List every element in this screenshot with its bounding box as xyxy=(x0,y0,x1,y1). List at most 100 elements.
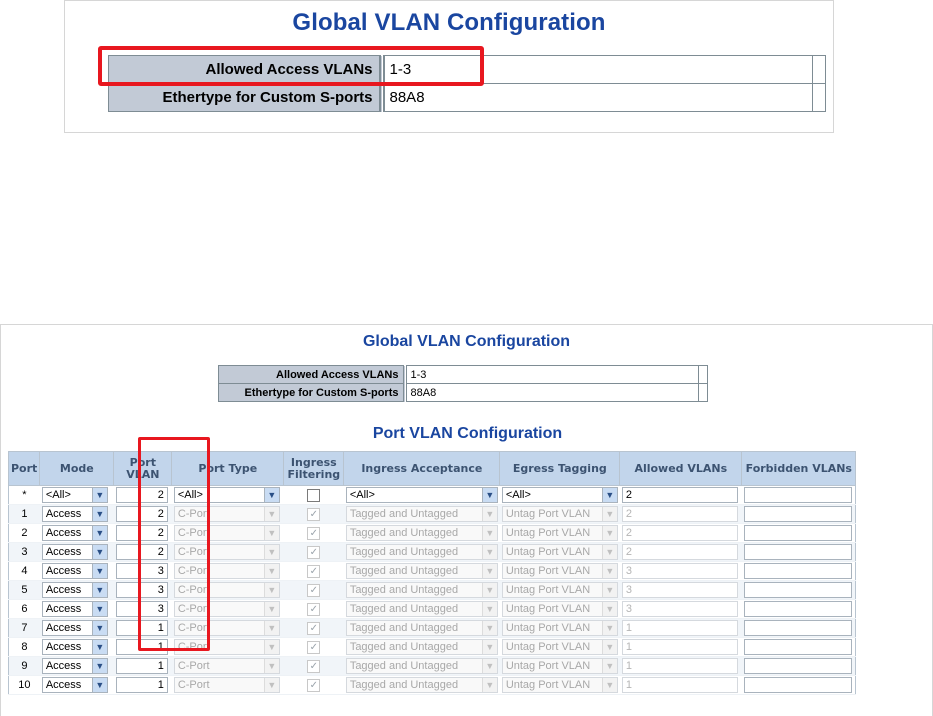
allowed-access-label: Allowed Access VLANs xyxy=(218,365,407,384)
ingress-filtering-checkbox[interactable] xyxy=(307,488,321,502)
chevron-down-icon: ▼ xyxy=(481,583,497,597)
allowed-vlans-input[interactable]: 1 xyxy=(621,639,738,655)
chevron-down-icon: ▼ xyxy=(91,621,107,635)
forbidden-vlans-input[interactable] xyxy=(743,563,852,579)
mode-value: Access xyxy=(45,603,82,615)
allowed-vlans-input[interactable]: 1 xyxy=(621,620,738,636)
ingress-acceptance-select[interactable]: <All> ▼ xyxy=(345,487,498,503)
egress-tagging-select[interactable]: Untag Port VLAN ▼ xyxy=(501,544,618,560)
port-vlan-input[interactable]: 1 xyxy=(115,677,168,693)
forbidden-vlans-input[interactable] xyxy=(743,639,852,655)
mode-select[interactable]: <All> ▼ xyxy=(41,487,108,503)
port-number: 2 xyxy=(8,523,40,543)
ingress-acceptance-select[interactable]: Tagged and Untagged ▼ xyxy=(345,639,498,655)
egress-tagging-value: Untag Port VLAN xyxy=(505,546,591,558)
chevron-down-icon: ▼ xyxy=(481,526,497,540)
ingress-acceptance-select[interactable]: Tagged and Untagged ▼ xyxy=(345,582,498,598)
chevron-down-icon: ▼ xyxy=(481,507,497,521)
ingress-acceptance-select[interactable]: Tagged and Untagged ▼ xyxy=(345,658,498,674)
egress-tagging-select[interactable]: Untag Port VLAN ▼ xyxy=(501,525,618,541)
egress-tagging-select[interactable]: Untag Port VLAN ▼ xyxy=(501,601,618,617)
ingress-acceptance-select[interactable]: Tagged and Untagged ▼ xyxy=(345,544,498,560)
forbidden-vlans-input[interactable] xyxy=(743,506,852,522)
ingress-acceptance-select[interactable]: Tagged and Untagged ▼ xyxy=(345,506,498,522)
forbidden-vlans-input[interactable] xyxy=(743,544,852,560)
allowed-vlans-input[interactable]: 2 xyxy=(621,506,738,522)
port-vlan-input[interactable]: 1 xyxy=(115,658,168,674)
mode-select[interactable]: Access ▼ xyxy=(41,582,108,598)
ingress-acceptance-value: Tagged and Untagged xyxy=(349,622,459,634)
allowed-vlans-input[interactable]: 2 xyxy=(621,544,738,560)
global-vlan-title: Global VLAN Configuration xyxy=(362,333,571,350)
mode-value: Access xyxy=(45,679,82,691)
allowed-vlans-input[interactable]: 1 xyxy=(621,658,738,674)
egress-tagging-select[interactable]: Untag Port VLAN ▼ xyxy=(501,506,618,522)
ingress-filtering-checkbox[interactable]: ✓ xyxy=(307,659,321,673)
mode-select[interactable]: Access ▼ xyxy=(41,563,108,579)
egress-tagging-select[interactable]: Untag Port VLAN ▼ xyxy=(501,620,618,636)
mode-select[interactable]: Access ▼ xyxy=(41,620,108,636)
forbidden-vlans-input[interactable] xyxy=(743,677,852,693)
ingress-filtering-checkbox[interactable]: ✓ xyxy=(307,583,321,597)
mode-select[interactable]: Access ▼ xyxy=(41,506,108,522)
mode-select[interactable]: Access ▼ xyxy=(41,544,108,560)
forbidden-vlans-input[interactable] xyxy=(743,525,852,541)
chevron-down-icon: ▼ xyxy=(263,602,279,616)
chevron-down-icon: ▼ xyxy=(91,545,107,559)
mode-select[interactable]: Access ▼ xyxy=(41,658,108,674)
forbidden-vlans-input[interactable] xyxy=(743,487,852,503)
ingress-acceptance-select[interactable]: Tagged and Untagged ▼ xyxy=(345,677,498,693)
ingress-filtering-checkbox[interactable]: ✓ xyxy=(307,602,321,616)
allowed-vlans-input[interactable]: 2 xyxy=(621,525,738,541)
allowed-vlans-input[interactable]: 2 xyxy=(621,487,738,503)
ingress-acceptance-select[interactable]: Tagged and Untagged ▼ xyxy=(345,563,498,579)
allowed-vlans-input[interactable]: 3 xyxy=(621,563,738,579)
forbidden-vlans-input[interactable] xyxy=(743,620,852,636)
ingress-acceptance-select[interactable]: Tagged and Untagged ▼ xyxy=(345,601,498,617)
port-number: 7 xyxy=(8,618,40,638)
egress-tagging-select[interactable]: Untag Port VLAN ▼ xyxy=(501,677,618,693)
chevron-down-icon: ▼ xyxy=(601,640,617,654)
mode-select[interactable]: Access ▼ xyxy=(41,639,108,655)
allowed-vlans-input[interactable]: 3 xyxy=(621,601,738,617)
chevron-down-icon: ▼ xyxy=(263,640,279,654)
ingress-acceptance-select[interactable]: Tagged and Untagged ▼ xyxy=(345,620,498,636)
ingress-filtering-checkbox[interactable]: ✓ xyxy=(307,640,321,654)
port-type-select[interactable]: C-Port ▼ xyxy=(173,677,280,693)
egress-tagging-value: Untag Port VLAN xyxy=(505,584,591,596)
mode-select[interactable]: Access ▼ xyxy=(41,677,108,693)
egress-tagging-select[interactable]: <All> ▼ xyxy=(501,487,618,503)
mode-value: Access xyxy=(45,622,82,634)
highlight-box-allowed-access xyxy=(98,46,484,86)
ingress-filtering-checkbox[interactable]: ✓ xyxy=(307,678,321,692)
ethertype-value: 88A8 xyxy=(410,386,437,399)
allowed-vlans-input[interactable]: 1 xyxy=(621,677,738,693)
egress-tagging-select[interactable]: Untag Port VLAN ▼ xyxy=(501,658,618,674)
mode-select[interactable]: Access ▼ xyxy=(41,601,108,617)
allowed-vlans-input[interactable]: 3 xyxy=(621,582,738,598)
ethertype-input[interactable]: 88A8 xyxy=(404,383,708,402)
zoom-ethertype-label: Ethertype for Custom S-ports xyxy=(108,83,385,112)
forbidden-vlans-input[interactable] xyxy=(743,658,852,674)
forbidden-vlans-input[interactable] xyxy=(743,582,852,598)
port-type-value: C-Port xyxy=(177,660,210,672)
ingress-filtering-checkbox[interactable]: ✓ xyxy=(307,621,321,635)
chevron-down-icon: ▼ xyxy=(601,621,617,635)
header-forbidden-vlans: Forbidden VLANs xyxy=(741,451,857,486)
ingress-filtering-checkbox[interactable]: ✓ xyxy=(307,526,321,540)
egress-tagging-select[interactable]: Untag Port VLAN ▼ xyxy=(501,563,618,579)
chevron-down-icon: ▼ xyxy=(481,640,497,654)
ingress-filtering-checkbox[interactable]: ✓ xyxy=(307,564,321,578)
ingress-acceptance-select[interactable]: Tagged and Untagged ▼ xyxy=(345,525,498,541)
ingress-filtering-checkbox[interactable]: ✓ xyxy=(307,545,321,559)
ingress-filtering-checkbox[interactable]: ✓ xyxy=(307,507,321,521)
forbidden-vlans-input[interactable] xyxy=(743,601,852,617)
egress-tagging-select[interactable]: Untag Port VLAN ▼ xyxy=(501,582,618,598)
zoom-ethertype-input[interactable]: 88A8 xyxy=(381,83,826,112)
chevron-down-icon: ▼ xyxy=(263,621,279,635)
egress-tagging-select[interactable]: Untag Port VLAN ▼ xyxy=(501,639,618,655)
port-type-select[interactable]: C-Port ▼ xyxy=(173,658,280,674)
egress-tagging-value: Untag Port VLAN xyxy=(505,527,591,539)
mode-select[interactable]: Access ▼ xyxy=(41,525,108,541)
allowed-access-input[interactable]: 1-3 xyxy=(404,365,708,384)
